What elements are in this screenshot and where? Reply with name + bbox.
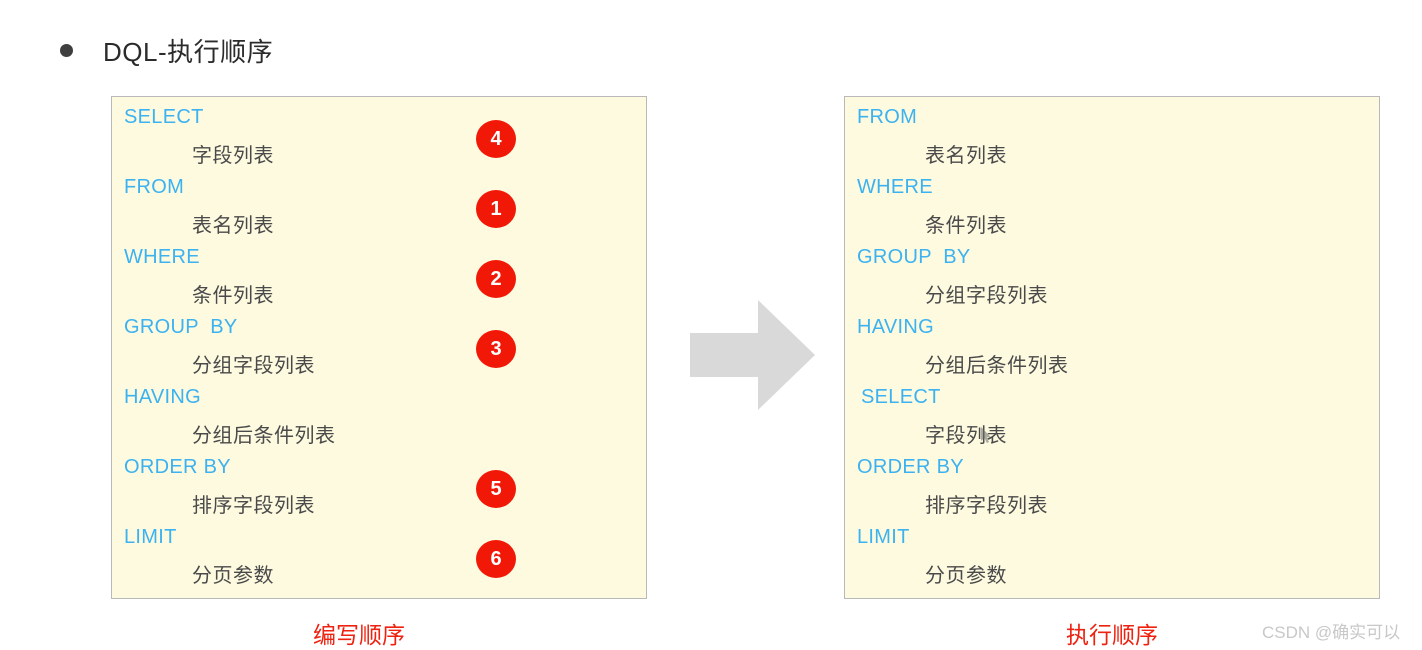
exec-order-clause-row: GROUP BY 分组字段列表 bbox=[845, 246, 1379, 316]
write-order-clause-list: SELECT 字段列表 4 FROM 表名列表 1 WHERE 条件列表 2 GROUP BY 分组… bbox=[112, 97, 646, 598]
write-order-clause-row: HAVING 分组后条件列表 bbox=[112, 386, 646, 456]
exec-order-clause-value: 分组后条件列表 bbox=[925, 355, 1069, 377]
exec-order-clause-row: ORDER BY 排序字段列表 bbox=[845, 456, 1379, 526]
write-order-clause-value: 字段列表 bbox=[192, 145, 274, 167]
write-order-clause-keyword: SELECT bbox=[124, 106, 204, 128]
exec-order-clause-keyword: GROUP BY bbox=[857, 246, 971, 268]
watermark: CSDN @确实可以 bbox=[1262, 623, 1401, 642]
write-order-clause-value: 分组后条件列表 bbox=[192, 425, 336, 447]
write-order-clause-keyword: WHERE bbox=[124, 246, 200, 268]
write-order-clause-keyword: LIMIT bbox=[124, 526, 177, 548]
exec-order-clause-value: 分组字段列表 bbox=[925, 285, 1048, 307]
write-order-clause-row: SELECT 字段列表 4 bbox=[112, 106, 646, 176]
exec-order-clause-keyword: FROM bbox=[857, 106, 918, 128]
write-order-clause-value: 分页参数 bbox=[192, 565, 274, 587]
step-badge: 1 bbox=[476, 190, 516, 228]
write-order-clause-value: 条件列表 bbox=[192, 285, 274, 307]
exec-order-clause-row: LIMIT 分页参数 bbox=[845, 526, 1379, 596]
exec-order-clause-value: 分页参数 bbox=[925, 565, 1007, 587]
mouse-cursor-icon bbox=[981, 427, 993, 444]
exec-order-panel: FROM 表名列表 WHERE 条件列表 GROUP BY 分组字段列表 HAVING 分组后… bbox=[844, 96, 1380, 599]
exec-order-clause-value: 表名列表 bbox=[925, 145, 1007, 167]
step-badge: 4 bbox=[476, 120, 516, 158]
page-title-label: DQL-执行顺序 bbox=[103, 36, 274, 67]
write-order-panel: SELECT 字段列表 4 FROM 表名列表 1 WHERE 条件列表 2 GROUP BY 分组… bbox=[111, 96, 647, 599]
exec-order-clause-value: 条件列表 bbox=[925, 215, 1007, 237]
write-order-clause-row: ORDER BY 排序字段列表 5 bbox=[112, 456, 646, 526]
exec-order-clause-row: WHERE 条件列表 bbox=[845, 176, 1379, 246]
write-order-caption: 编写顺序 bbox=[313, 622, 405, 648]
exec-order-clause-keyword: WHERE bbox=[857, 176, 933, 198]
step-badge: 5 bbox=[476, 470, 516, 508]
right-block-arrow-icon bbox=[690, 300, 815, 410]
write-order-clause-row: LIMIT 分页参数 6 bbox=[112, 526, 646, 596]
exec-order-clause-keyword: SELECT bbox=[861, 386, 941, 408]
page-title: DQL-执行顺序 bbox=[60, 28, 273, 72]
exec-order-clause-keyword: HAVING bbox=[857, 316, 934, 338]
write-order-clause-keyword: GROUP BY bbox=[124, 316, 238, 338]
exec-order-clause-keyword: ORDER BY bbox=[857, 456, 964, 478]
exec-order-caption: 执行顺序 bbox=[1066, 622, 1158, 648]
exec-order-clause-value: 字段列表 bbox=[925, 425, 1007, 447]
exec-order-clause-value: 排序字段列表 bbox=[925, 495, 1048, 517]
exec-order-clause-row: SELECT 字段列表 bbox=[845, 386, 1379, 456]
step-badge: 6 bbox=[476, 540, 516, 578]
step-badge: 2 bbox=[476, 260, 516, 298]
write-order-clause-row: GROUP BY 分组字段列表 3 bbox=[112, 316, 646, 386]
exec-order-clause-row: HAVING 分组后条件列表 bbox=[845, 316, 1379, 386]
write-order-clause-value: 分组字段列表 bbox=[192, 355, 315, 377]
write-order-clause-value: 表名列表 bbox=[192, 215, 274, 237]
write-order-clause-keyword: FROM bbox=[124, 176, 185, 198]
write-order-clause-keyword: ORDER BY bbox=[124, 456, 231, 478]
write-order-clause-value: 排序字段列表 bbox=[192, 495, 315, 517]
exec-order-clause-row: FROM 表名列表 bbox=[845, 106, 1379, 176]
step-badge: 3 bbox=[476, 330, 516, 368]
exec-order-clause-list: FROM 表名列表 WHERE 条件列表 GROUP BY 分组字段列表 HAVING 分组后… bbox=[845, 97, 1379, 598]
write-order-clause-row: WHERE 条件列表 2 bbox=[112, 246, 646, 316]
exec-order-clause-keyword: LIMIT bbox=[857, 526, 910, 548]
write-order-clause-keyword: HAVING bbox=[124, 386, 201, 408]
bullet-dot-icon bbox=[60, 43, 73, 57]
write-order-clause-row: FROM 表名列表 1 bbox=[112, 176, 646, 246]
